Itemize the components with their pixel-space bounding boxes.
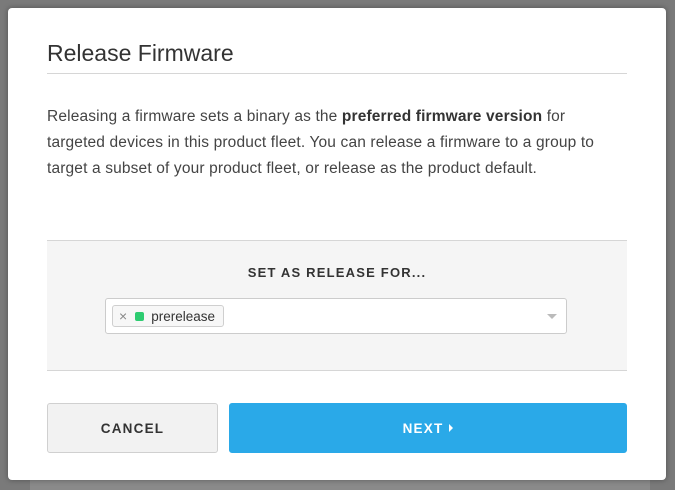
- next-button[interactable]: NEXT: [229, 403, 627, 453]
- group-tag-prerelease: × prerelease: [112, 305, 224, 327]
- group-multiselect[interactable]: × prerelease: [105, 298, 567, 334]
- description-text-start: Releasing a firmware sets a binary as th…: [47, 108, 342, 125]
- modal-description: Releasing a firmware sets a binary as th…: [47, 104, 622, 182]
- release-target-label: SET AS RELEASE FOR...: [247, 265, 427, 280]
- cancel-button-label: CANCEL: [100, 420, 165, 436]
- release-target-panel: SET AS RELEASE FOR... × prerelease: [47, 240, 627, 371]
- remove-tag-icon[interactable]: ×: [119, 309, 127, 323]
- cancel-button[interactable]: CANCEL: [47, 403, 218, 453]
- modal-title: Release Firmware: [47, 40, 234, 66]
- group-tag-label: prerelease: [151, 308, 215, 324]
- caret-right-icon: [449, 424, 454, 432]
- title-divider: [47, 73, 627, 74]
- release-firmware-modal: Release Firmware Releasing a firmware se…: [8, 8, 666, 480]
- next-button-label: NEXT: [402, 420, 444, 436]
- description-emphasis: preferred firmware version: [341, 108, 543, 125]
- chevron-down-icon[interactable]: [547, 314, 557, 319]
- group-color-swatch: [135, 311, 145, 321]
